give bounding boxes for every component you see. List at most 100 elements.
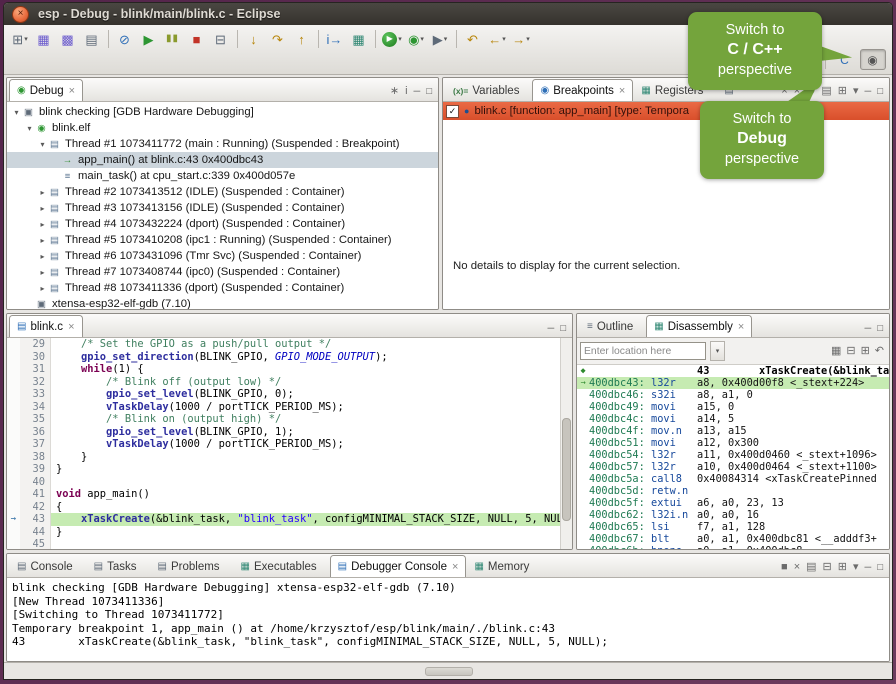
- disassembly-row[interactable]: 400dbc51: movi a12, 0x300: [577, 437, 889, 449]
- expand-toggle-icon[interactable]: ▾: [37, 140, 48, 149]
- expand-toggle-icon[interactable]: ▸: [37, 204, 48, 213]
- tab-outline[interactable]: ≡ Outline: [579, 315, 646, 337]
- view-toolbar-icon[interactable]: ⊞: [838, 86, 847, 97]
- disassembly-row[interactable]: 400dbc57: l32r a10, 0x400d0464 <_stext+1…: [577, 461, 889, 473]
- tab-close-icon[interactable]: ×: [68, 321, 74, 333]
- disassembly-row[interactable]: ◆ 43 xTaskCreate(&blink_task, "blink_tas: [577, 365, 889, 377]
- code-text[interactable]: [51, 476, 560, 489]
- code-text[interactable]: [51, 538, 560, 549]
- minimize-icon[interactable]: ─: [865, 87, 872, 97]
- location-input[interactable]: Enter location here: [580, 342, 706, 360]
- tab-disassembly[interactable]: ▦ Disassembly ×: [646, 315, 752, 337]
- code-text[interactable]: gpio_set_level(BLINK_GPIO, 1);: [51, 426, 560, 439]
- code-text[interactable]: /* Blink on (output high) */: [51, 413, 560, 426]
- code-text[interactable]: /* Set the GPIO as a push/pull output */: [51, 338, 560, 351]
- location-dropdown-icon[interactable]: ▾: [710, 341, 725, 361]
- resize-grip[interactable]: [425, 667, 473, 676]
- code-text[interactable]: }: [51, 463, 560, 476]
- disassembly-row[interactable]: 400dbc6b: bnone a0, a1, 0x400dbc8: [577, 545, 889, 549]
- tab-console[interactable]: ▤ Console: [9, 555, 86, 577]
- step-return-button[interactable]: ↑: [290, 28, 314, 50]
- tree-item-thread7[interactable]: ▸ ▤ Thread #7 1073408744 (ipc0) (Suspend…: [7, 264, 438, 280]
- view-toolbar-icon[interactable]: ▦: [831, 346, 841, 357]
- step-over-button[interactable]: ↷: [266, 28, 290, 50]
- tree-item-thread4[interactable]: ▸ ▤ Thread #4 1073432224 (dport) (Suspen…: [7, 216, 438, 232]
- code-text[interactable]: {: [51, 501, 560, 514]
- view-toolbar-icon[interactable]: ⊟: [823, 562, 832, 573]
- disassembly-listing[interactable]: ◆ 43 xTaskCreate(&blink_task, "blink_tas…: [577, 365, 889, 549]
- line-number[interactable]: 39: [20, 463, 51, 476]
- line-number[interactable]: 30: [20, 351, 51, 364]
- disassembly-row[interactable]: 400dbc62: l32i.n a0, a0, 16: [577, 509, 889, 521]
- tree-item-thread2[interactable]: ▸ ▤ Thread #2 1073413512 (IDLE) (Suspend…: [7, 184, 438, 200]
- memory-view-button[interactable]: ▦: [347, 28, 371, 50]
- tab-debugger-console[interactable]: ▤ Debugger Console ×: [330, 555, 467, 577]
- code-text[interactable]: xTaskCreate(&blink_task, "blink_task", c…: [51, 513, 560, 526]
- instruction-stepping-button[interactable]: i→: [323, 28, 347, 50]
- new-wizard-button[interactable]: ⊞ ▾: [8, 28, 32, 50]
- toolbar-button[interactable]: [237, 30, 238, 48]
- maximize-icon[interactable]: □: [426, 87, 432, 97]
- debug-perspective-button[interactable]: ◉: [860, 49, 886, 70]
- expand-toggle-icon[interactable]: ▸: [37, 236, 48, 245]
- breakpoint-checkbox[interactable]: ✓: [446, 105, 459, 118]
- view-toolbar-icon[interactable]: ▤: [806, 562, 816, 573]
- last-edit-button[interactable]: ↶: [461, 28, 485, 50]
- expand-toggle-icon[interactable]: ▾: [11, 108, 22, 117]
- expand-toggle-icon[interactable]: ▸: [37, 284, 48, 293]
- scrollbar-thumb[interactable]: [562, 418, 571, 521]
- expand-toggle-icon[interactable]: ▸: [37, 252, 48, 261]
- maximize-icon[interactable]: □: [877, 324, 883, 334]
- code-text[interactable]: while(1) {: [51, 363, 560, 376]
- view-toolbar-icon[interactable]: ↶: [875, 346, 884, 357]
- line-number[interactable]: 32: [20, 376, 51, 389]
- toolbar-button[interactable]: [375, 30, 376, 48]
- expand-toggle-icon[interactable]: ▾: [24, 124, 35, 133]
- tab-executables[interactable]: ▦ Executables: [233, 555, 330, 577]
- disassembly-row[interactable]: 400dbc4c: movi a14, 5: [577, 413, 889, 425]
- disassembly-row[interactable]: 400dbc5a: call8 0x40084314 <xTaskCreateP…: [577, 473, 889, 485]
- save-button[interactable]: ▦: [32, 28, 56, 50]
- code-text[interactable]: gpio_set_level(BLINK_GPIO, 0);: [51, 388, 560, 401]
- tree-item-gdb[interactable]: ▣ xtensa-esp32-elf-gdb (7.10): [7, 296, 438, 309]
- code-editor[interactable]: 29 /* Set the GPIO as a push/pull output…: [7, 338, 560, 549]
- tree-item-thread8[interactable]: ▸ ▤ Thread #8 1073411336 (dport) (Suspen…: [7, 280, 438, 296]
- disassembly-row[interactable]: 400dbc49: movi a15, 0: [577, 401, 889, 413]
- disassembly-row[interactable]: → 400dbc43: l32r a8, 0x400d00f8 <_stext+…: [577, 377, 889, 389]
- maximize-icon[interactable]: □: [877, 87, 883, 97]
- tab-close-icon[interactable]: ×: [619, 85, 625, 97]
- tab-debug[interactable]: ◉ Debug ×: [9, 79, 83, 101]
- tree-item-thread1[interactable]: ▾ ▤ Thread #1 1073411772 (main : Running…: [7, 136, 438, 152]
- toolbar-button[interactable]: [318, 30, 319, 48]
- tree-item-thread5[interactable]: ▸ ▤ Thread #5 1073410208 (ipc1 : Running…: [7, 232, 438, 248]
- line-number[interactable]: 31: [20, 363, 51, 376]
- tree-item-frame-appmain[interactable]: → app_main() at blink.c:43 0x400dbc43: [7, 152, 438, 168]
- minimize-icon[interactable]: ─: [865, 563, 872, 573]
- line-number[interactable]: 38: [20, 451, 51, 464]
- line-number[interactable]: 34: [20, 401, 51, 414]
- minimize-icon[interactable]: ─: [865, 324, 872, 334]
- view-toolbar-icon[interactable]: ⊞: [838, 562, 847, 573]
- code-text[interactable]: vTaskDelay(1000 / portTICK_PERIOD_MS);: [51, 438, 560, 451]
- tab-close-icon[interactable]: ×: [738, 321, 744, 333]
- print-button[interactable]: ▤: [80, 28, 104, 50]
- tree-item-launch[interactable]: ▾ ▣ blink checking [GDB Hardware Debuggi…: [7, 104, 438, 120]
- view-toolbar-icon[interactable]: ⊞: [861, 346, 870, 357]
- tab-blink-c[interactable]: ▤ blink.c ×: [9, 315, 83, 337]
- line-number[interactable]: 40: [20, 476, 51, 489]
- step-into-button[interactable]: ↓: [242, 28, 266, 50]
- disassembly-row[interactable]: 400dbc46: s32i a8, a1, 0: [577, 389, 889, 401]
- code-text[interactable]: gpio_set_direction(BLINK_GPIO, GPIO_MODE…: [51, 351, 560, 364]
- tab-problems[interactable]: ▤ Problems: [150, 555, 233, 577]
- code-text[interactable]: void app_main(): [51, 488, 560, 501]
- save-all-button[interactable]: ▩: [56, 28, 80, 50]
- show-type-names-icon[interactable]: i: [405, 86, 407, 97]
- maximize-icon[interactable]: □: [877, 563, 883, 573]
- code-text[interactable]: /* Blink off (output low) */: [51, 376, 560, 389]
- line-number[interactable]: 33: [20, 388, 51, 401]
- disassembly-row[interactable]: 400dbc67: blt a0, a1, 0x400dbc81 <__addd…: [577, 533, 889, 545]
- disconnect-button[interactable]: ⊟: [209, 28, 233, 50]
- tree-item-thread3[interactable]: ▸ ▤ Thread #3 1073413156 (IDLE) (Suspend…: [7, 200, 438, 216]
- disassembly-row[interactable]: 400dbc5f: extui a6, a0, 23, 13: [577, 497, 889, 509]
- terminate-button[interactable]: ■: [185, 28, 209, 50]
